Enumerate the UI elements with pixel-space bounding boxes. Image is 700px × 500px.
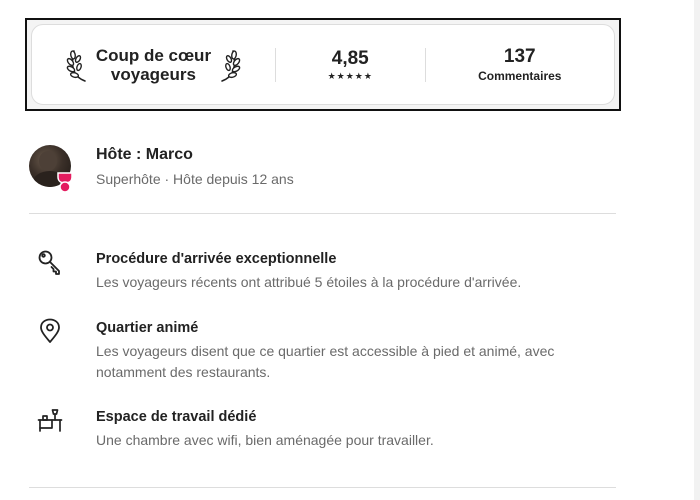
highlight-title: Procédure d'arrivée exceptionnelle <box>96 251 337 267</box>
guest-favorite-badge: Coup de cœur voyageurs <box>32 46 275 84</box>
guest-favorite-card[interactable]: Coup de cœur voyageurs 4,85 ★★★★★ 137 Co… <box>31 24 615 105</box>
listing-page: Coup de cœur voyageurs 4,85 ★★★★★ 137 Co… <box>0 0 700 500</box>
location-pin-icon <box>40 318 60 343</box>
key-icon <box>38 250 60 275</box>
host-avatar-link[interactable] <box>29 145 73 193</box>
host-subtitle: Superhôte · Hôte depuis 12 ans <box>96 171 294 187</box>
host-section: Hôte : Marco Superhôte · Hôte depuis 12 … <box>29 144 616 214</box>
highlight-title: Espace de travail dédié <box>96 409 257 425</box>
highlight-text: Espace de travail dédié Une chambre avec… <box>96 407 434 451</box>
section-divider <box>29 213 616 214</box>
highlight-neighborhood: Quartier animé Les voyageurs disent que … <box>37 318 617 383</box>
highlight-title: Quartier animé <box>96 320 199 336</box>
highlight-workspace: Espace de travail dédié Une chambre avec… <box>37 407 617 451</box>
guest-favorite-label: Coup de cœur voyageurs <box>95 45 212 84</box>
rating-value: 4,85 <box>331 47 369 69</box>
highlight-description: Les voyageurs disent que ce quartier est… <box>96 343 555 380</box>
highlight-text: Quartier animé Les voyageurs disent que … <box>96 318 596 383</box>
desk-icon <box>37 409 63 432</box>
reviews-label: Commentaires <box>478 68 562 83</box>
highlight-description: Les voyageurs récents ont attribué 5 éto… <box>96 274 522 290</box>
highlight-description: Une chambre avec wifi, bien aménagée pou… <box>96 432 434 448</box>
reviews-stat[interactable]: 137 Commentaires <box>426 46 614 84</box>
host-title: Hôte : Marco <box>96 146 193 163</box>
rating-stat: 4,85 ★★★★★ <box>276 48 425 82</box>
superhost-badge-icon <box>57 172 73 193</box>
guest-favorite-focus-frame: Coup de cœur voyageurs 4,85 ★★★★★ 137 Co… <box>25 18 621 111</box>
rating-stars: ★★★★★ <box>327 70 373 81</box>
laurel-right-icon <box>221 49 241 82</box>
highlight-text: Procédure d'arrivée exceptionnelle Les v… <box>96 249 521 293</box>
laurel-left-icon <box>66 49 86 82</box>
highlight-checkin: Procédure d'arrivée exceptionnelle Les v… <box>37 249 617 293</box>
host-info: Hôte : Marco Superhôte · Hôte depuis 12 … <box>96 144 294 189</box>
scrollbar-track[interactable] <box>694 0 700 500</box>
section-divider <box>29 487 616 488</box>
reviews-count: 137 <box>503 45 536 67</box>
